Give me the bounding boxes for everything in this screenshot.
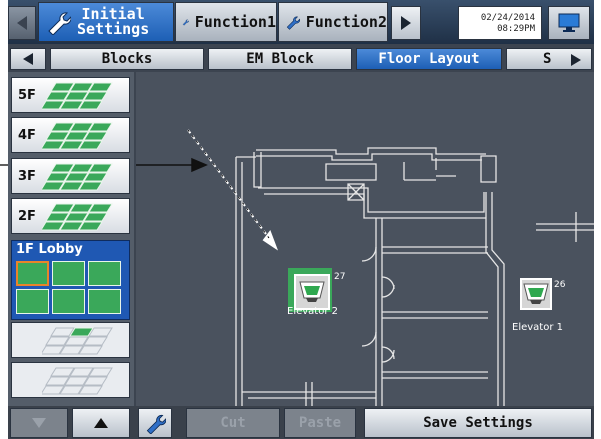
monitor-icon	[558, 13, 580, 32]
floor-grid-icon	[42, 203, 113, 231]
scroll-up-button[interactable]	[72, 408, 130, 438]
floor-list: 5F 4F 3F 2F 1F Lobby	[8, 72, 134, 406]
triangle-left-icon	[23, 53, 33, 65]
triangle-down-icon	[32, 418, 46, 428]
wrench-icon	[48, 12, 71, 35]
unit-number: 27	[334, 272, 346, 282]
floor-grid-icon	[42, 82, 113, 110]
floor-empty-button[interactable]	[11, 322, 130, 358]
scroll-left-button[interactable]	[8, 6, 36, 40]
floor-label: 3F	[18, 169, 36, 184]
grid-cell[interactable]	[52, 261, 85, 286]
triangle-up-icon	[94, 418, 108, 428]
subtab-s-label: S	[543, 51, 552, 67]
save-settings-label: Save Settings	[423, 415, 533, 431]
floor-1f-label: 1F Lobby	[16, 242, 83, 257]
floor-4f-button[interactable]: 4F	[11, 117, 130, 153]
grid-cell[interactable]	[16, 289, 49, 314]
scroll-right-button[interactable]	[391, 6, 421, 40]
time-text: 08:29PM	[497, 24, 535, 34]
ceiling-cassette-icon	[523, 283, 549, 304]
tab-function1[interactable]: Function1	[175, 2, 277, 42]
subtab-blocks-label: Blocks	[101, 51, 153, 67]
scroll-down-button[interactable]	[10, 408, 68, 438]
tab-function2-label: Function2	[305, 13, 387, 31]
floor-2f-button[interactable]: 2F	[11, 198, 130, 234]
floor-plan-drawing	[136, 129, 594, 406]
triangle-left-icon	[17, 16, 27, 30]
unit-name: Elevator 2	[287, 306, 338, 317]
grid-cell[interactable]	[52, 289, 85, 314]
subtab-blocks[interactable]: Blocks	[50, 48, 204, 70]
wrench-icon	[286, 16, 300, 30]
tab-function1-label: Function1	[194, 13, 276, 31]
subtab-floor-layout-label: Floor Layout	[378, 51, 480, 67]
triangle-right-icon	[401, 16, 411, 30]
floor-5f-button[interactable]: 5F	[11, 77, 130, 113]
tools-button[interactable]	[138, 408, 172, 438]
wrench-icon	[182, 19, 189, 26]
paste-label: Paste	[298, 415, 342, 431]
grid-cell[interactable]	[88, 261, 121, 286]
floor-1f-lobby-selected[interactable]: 1F Lobby	[11, 240, 130, 320]
subtab-s[interactable]: S	[506, 48, 592, 70]
paste-button[interactable]: Paste	[284, 408, 356, 438]
grid-cell[interactable]	[88, 289, 121, 314]
floor-label: 5F	[18, 88, 36, 103]
floor-grid-icon	[42, 367, 113, 395]
tab-initial-settings[interactable]: Initial Settings	[38, 2, 174, 42]
unit-elevator-1[interactable]	[520, 278, 552, 310]
cut-label: Cut	[220, 415, 246, 431]
subtab-em-block[interactable]: EM Block	[208, 48, 352, 70]
subtab-bar: Blocks EM Block Floor Layout S	[8, 46, 594, 72]
unit-name: Elevator 1	[512, 322, 563, 333]
floor-grid-icon	[42, 163, 113, 191]
subtab-em-block-label: EM Block	[246, 51, 314, 67]
ceiling-cassette-icon	[299, 281, 325, 302]
cut-button[interactable]: Cut	[186, 408, 280, 438]
date-text: 02/24/2014	[480, 13, 535, 23]
floor-grid-icon	[42, 327, 113, 355]
save-settings-button[interactable]: Save Settings	[364, 408, 592, 438]
controller-screen: Initial Settings Function1 Function2 02/…	[8, 0, 594, 439]
floor-map[interactable]: 27 Elevator 2 26 Elevator 1	[136, 72, 594, 406]
subtab-floor-layout[interactable]: Floor Layout	[356, 48, 502, 70]
unit-number: 26	[554, 280, 566, 290]
datetime-display: 02/24/2014 08:29PM	[458, 6, 542, 40]
unit-icon-wrap	[294, 274, 330, 310]
floor-3f-button[interactable]: 3F	[11, 158, 130, 194]
tab-function2[interactable]: Function2	[278, 2, 388, 42]
floor-label: 2F	[18, 209, 36, 224]
subtab-left-button[interactable]	[10, 48, 46, 70]
grid-cell-selected[interactable]	[16, 261, 49, 286]
floor-empty-button[interactable]	[11, 362, 130, 398]
monitor-button[interactable]	[548, 6, 590, 40]
floor-grid-icon	[42, 122, 113, 150]
tab-initial-settings-line2: Settings	[77, 20, 150, 38]
bottom-toolbar: Cut Paste Save Settings	[8, 406, 594, 439]
floor-label: 4F	[18, 128, 36, 143]
triangle-right-icon	[571, 54, 581, 66]
top-bar: Initial Settings Function1 Function2 02/…	[8, 0, 594, 44]
wrench-icon	[146, 414, 166, 434]
